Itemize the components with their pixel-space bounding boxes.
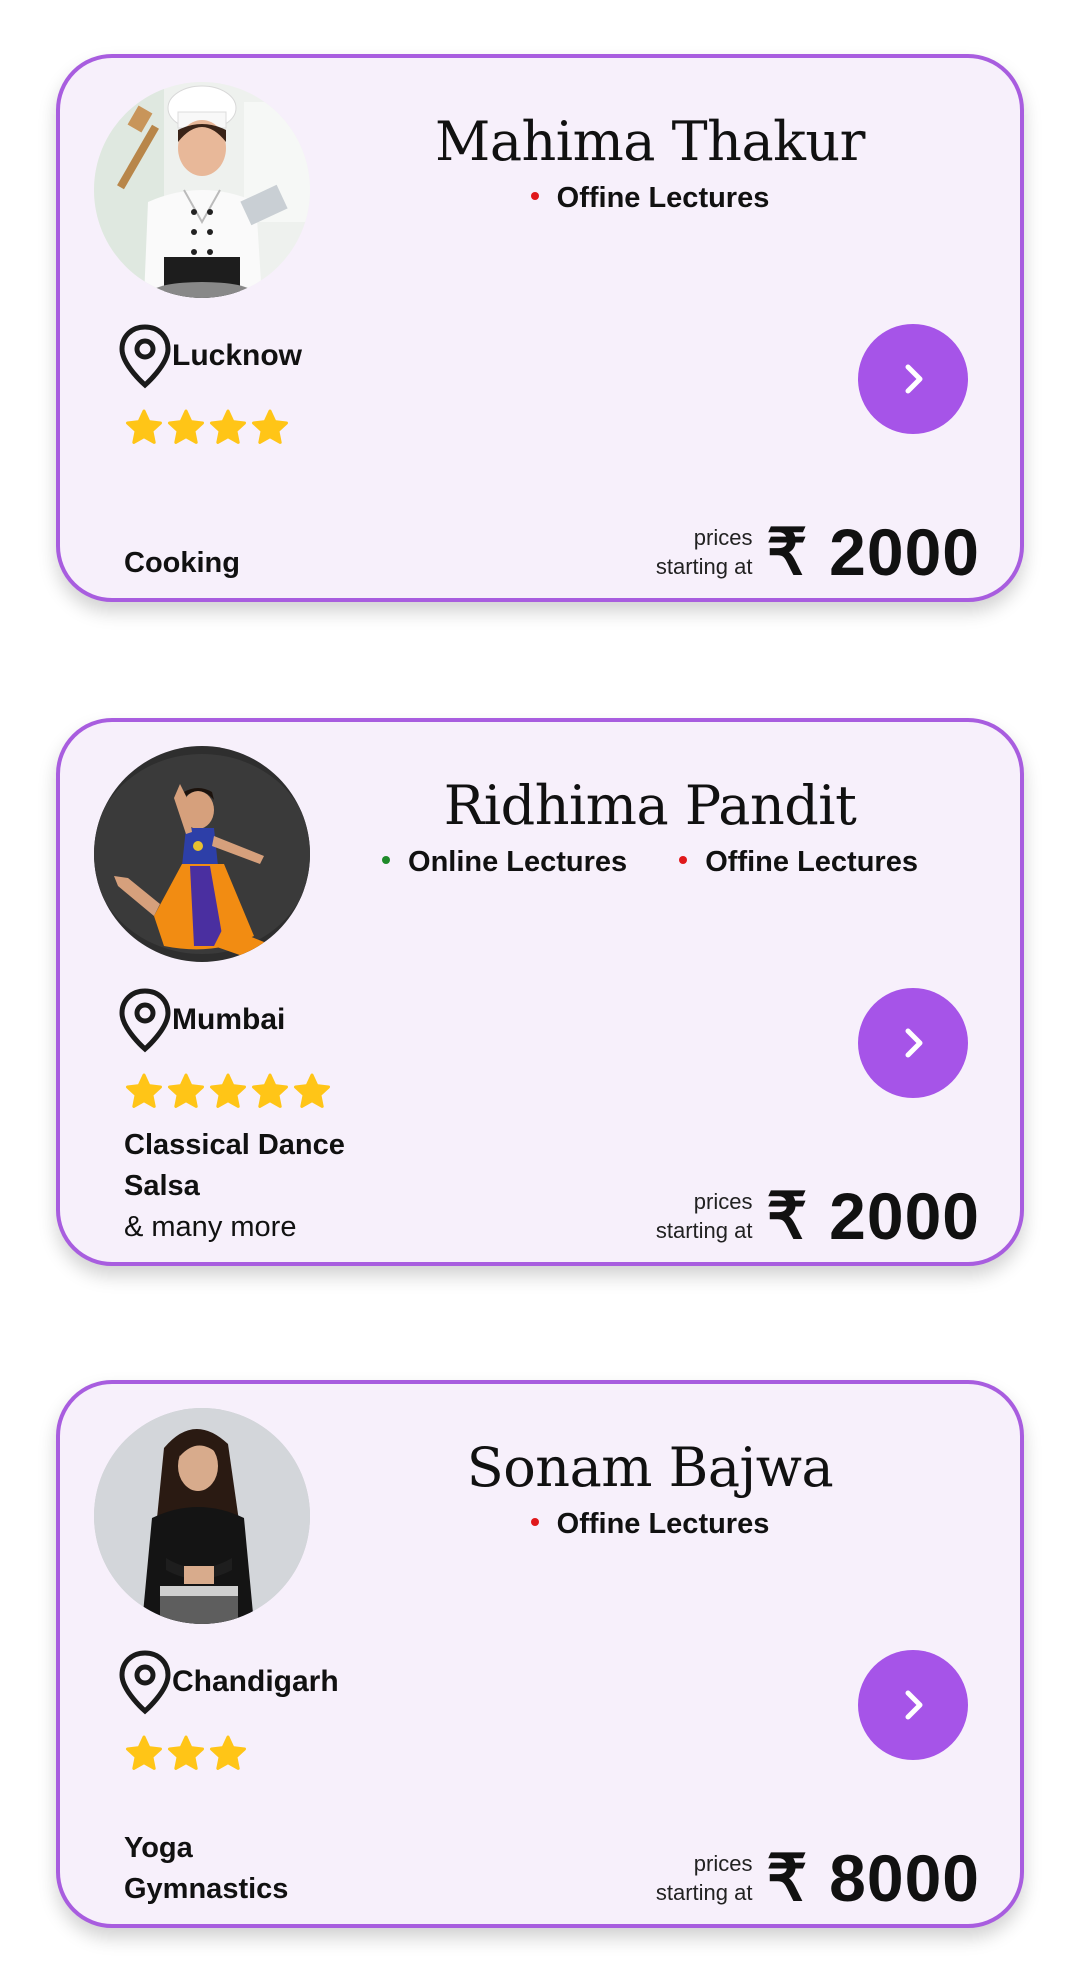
subject-item: Classical Dance <box>124 1129 345 1161</box>
rupee-icon: ₹ <box>766 1179 808 1252</box>
rupee-icon: ₹ <box>766 1841 808 1914</box>
view-tutor-button[interactable] <box>858 988 968 1098</box>
price-amount: 2000 <box>829 1179 980 1253</box>
tutor-name: Mahima Thakur <box>435 110 865 173</box>
star-icon <box>252 1073 288 1108</box>
map-pin-icon <box>119 988 171 1053</box>
view-tutor-button[interactable] <box>858 1650 968 1760</box>
chevron-right-icon <box>905 1028 923 1058</box>
offline-status-dot <box>679 856 688 865</box>
view-tutor-button[interactable] <box>858 324 968 434</box>
offline-status-dot <box>530 1518 539 1527</box>
offline-status-dot <box>530 192 539 201</box>
star-icon <box>126 409 162 444</box>
star-icon <box>210 1735 246 1770</box>
location-city: Mumbai <box>172 1003 286 1036</box>
lecture-modes: Offine Lectures <box>320 182 980 215</box>
price-label: prices starting at <box>656 1849 753 1907</box>
star-icon <box>126 1735 162 1770</box>
lecture-mode-label: Offine Lectures <box>705 846 918 878</box>
tutor-card[interactable]: Mahima Thakur Offine Lectures Lucknow Co… <box>56 54 1024 602</box>
map-pin-icon <box>119 324 171 389</box>
subject-item: Gymnastics <box>124 1873 289 1905</box>
lecture-mode-offline: Offine Lectures <box>530 182 770 215</box>
rating-stars <box>124 408 290 448</box>
lecture-mode-online: Online Lectures <box>382 846 627 879</box>
tutor-avatar-chef-photo <box>94 82 310 298</box>
price-block: prices starting at ₹ 2000 <box>656 1178 980 1254</box>
lecture-mode-offline: Offine Lectures <box>530 1508 770 1541</box>
price-label: prices starting at <box>656 1187 753 1245</box>
star-icon <box>168 1073 204 1108</box>
location: Mumbai <box>116 988 286 1053</box>
lecture-modes: Offine Lectures <box>320 1508 980 1541</box>
price-amount: 8000 <box>829 1841 980 1915</box>
tutor-card[interactable]: Ridhima Pandit Online Lectures Offine Le… <box>56 718 1024 1266</box>
star-icon <box>252 409 288 444</box>
star-icon <box>210 1073 246 1108</box>
price-label: prices starting at <box>656 523 753 581</box>
rating-stars <box>124 1072 332 1112</box>
lecture-modes: Online Lectures Offine Lectures <box>320 846 980 879</box>
online-status-dot <box>382 856 391 865</box>
price-label-line2: starting at <box>655 1880 753 1905</box>
price-label-line2: starting at <box>655 554 753 579</box>
star-icon <box>168 409 204 444</box>
map-pin-icon <box>119 1650 171 1715</box>
subjects-list: Classical Dance Salsa & many more <box>124 1125 345 1248</box>
subject-item: Yoga <box>124 1832 193 1864</box>
lecture-mode-label: Offine Lectures <box>556 1508 770 1540</box>
rating-stars <box>124 1734 248 1774</box>
subjects-list: Yoga Gymnastics <box>124 1828 288 1910</box>
chevron-right-icon <box>905 364 923 394</box>
tutor-avatar-dancer-photo <box>94 746 310 962</box>
rupee-icon: ₹ <box>766 515 808 588</box>
star-icon <box>294 1073 330 1108</box>
price-amount: 2000 <box>829 515 980 589</box>
subjects-list: Cooking <box>124 543 240 584</box>
lecture-mode-label: Offine Lectures <box>556 182 770 214</box>
tutor-card[interactable]: Sonam Bajwa Offine Lectures Chandigarh Y… <box>56 1380 1024 1928</box>
lecture-mode-offline: Offine Lectures <box>679 846 918 879</box>
price-label-line1: prices <box>693 1851 753 1876</box>
star-icon <box>168 1735 204 1770</box>
lecture-mode-label: Online Lectures <box>408 846 628 878</box>
tutor-avatar-instructor-photo <box>94 1408 310 1624</box>
more-subjects-text: & many more <box>124 1211 297 1243</box>
price-label-line2: starting at <box>655 1218 753 1243</box>
location: Chandigarh <box>116 1650 339 1715</box>
star-icon <box>210 409 246 444</box>
price-label-line1: prices <box>693 1189 753 1214</box>
price-label-line1: prices <box>693 525 753 550</box>
chevron-right-icon <box>905 1690 923 1720</box>
tutor-name: Sonam Bajwa <box>466 1436 834 1499</box>
location-city: Lucknow <box>172 339 303 372</box>
location: Lucknow <box>116 324 303 389</box>
tutor-name: Ridhima Pandit <box>443 774 857 837</box>
star-icon <box>126 1073 162 1108</box>
subject-item: Cooking <box>124 547 240 579</box>
subject-item: Salsa <box>124 1170 200 1202</box>
price-block: prices starting at ₹ 2000 <box>656 514 980 590</box>
location-city: Chandigarh <box>172 1665 339 1698</box>
price-block: prices starting at ₹ 8000 <box>656 1840 980 1916</box>
